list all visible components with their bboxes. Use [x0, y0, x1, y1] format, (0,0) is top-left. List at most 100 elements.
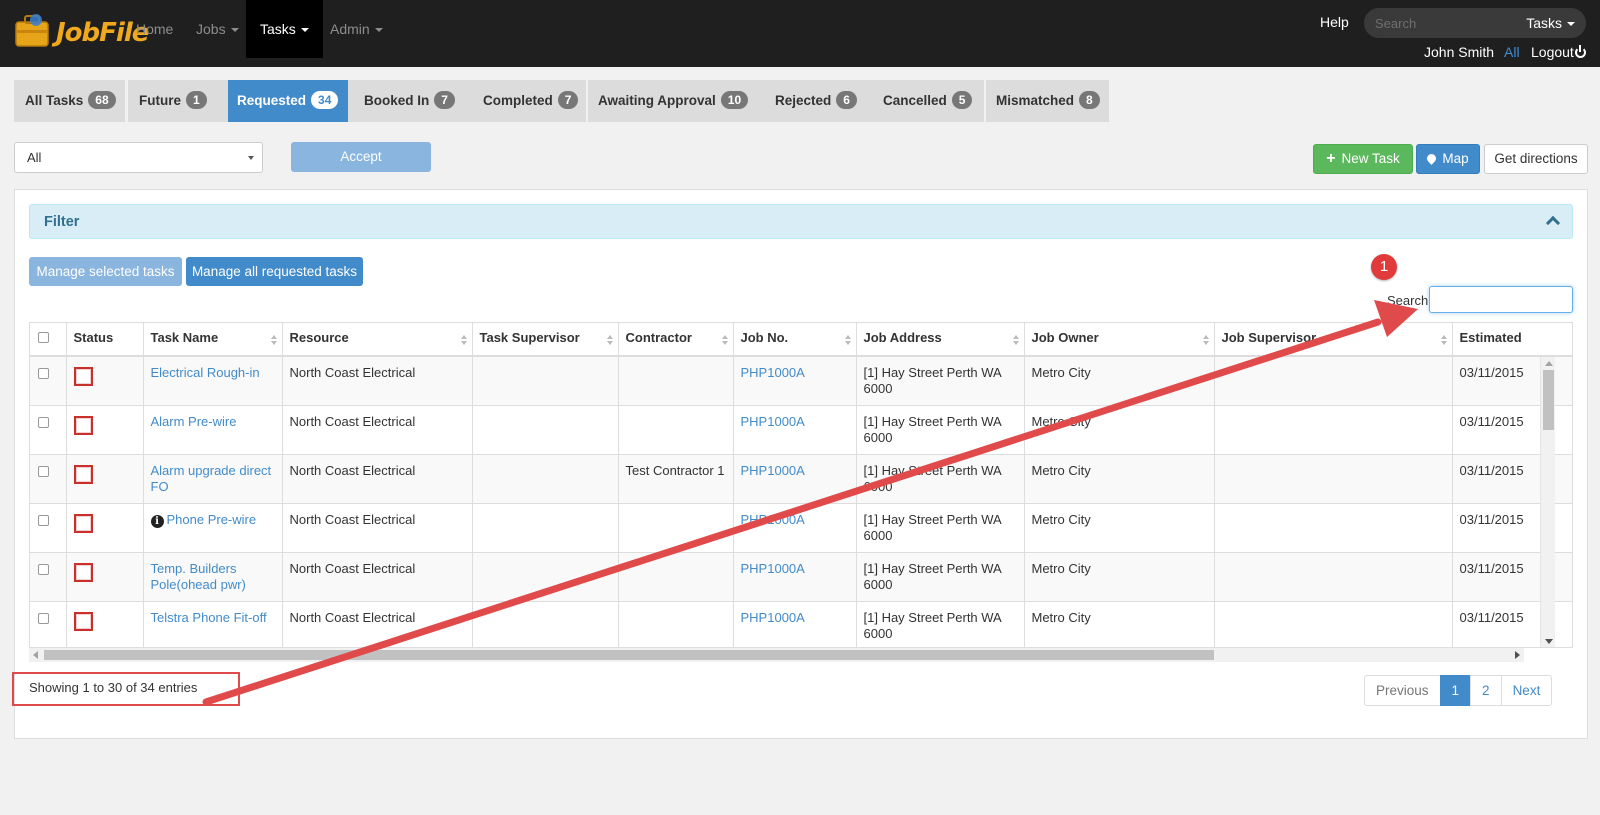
column-header[interactable]: Job Address — [856, 323, 1025, 357]
job-owner-cell: Metro City — [1024, 552, 1215, 602]
tab-all-tasks[interactable]: All Tasks 68 — [25, 80, 116, 122]
manage-selected-tasks-button[interactable]: Manage selected tasks — [29, 257, 182, 286]
row-checkbox[interactable] — [38, 368, 49, 379]
column-header[interactable]: Job Supervisor — [1214, 323, 1453, 357]
search-scope-dropdown[interactable]: Tasks — [1526, 15, 1575, 31]
scroll-down-icon[interactable] — [1545, 639, 1553, 644]
tab-cancelled[interactable]: Cancelled 5 — [883, 80, 973, 122]
column-header[interactable]: Contractor — [618, 323, 734, 357]
tab-rejected[interactable]: Rejected 6 — [775, 80, 857, 122]
job-no-cell: PHP1000A — [733, 552, 857, 602]
row-checkbox[interactable] — [38, 563, 49, 575]
nav-admin[interactable]: Admin — [318, 0, 395, 58]
table-search-input[interactable] — [1429, 286, 1573, 313]
job-no-link[interactable]: PHP1000A — [741, 512, 805, 527]
filter-toggle[interactable]: Filter — [29, 204, 1573, 239]
count-badge: 1 — [186, 91, 207, 109]
status-cell — [66, 405, 144, 455]
table-row[interactable]: Temp. Builders Pole(ohead pwr) North Coa… — [30, 552, 1572, 602]
map-button[interactable]: Map — [1416, 144, 1480, 174]
scroll-up-icon[interactable] — [1545, 361, 1553, 366]
task-link[interactable]: Telstra Phone Fit-off — [151, 610, 267, 625]
nav-tasks[interactable]: Tasks — [246, 0, 323, 58]
scroll-right-icon[interactable] — [1515, 651, 1520, 659]
manage-all-requested-button[interactable]: Manage all requested tasks — [186, 257, 363, 286]
job-no-cell: PHP1000A — [733, 356, 857, 406]
vertical-scroll-thumb[interactable] — [1543, 370, 1554, 430]
pagination-previous[interactable]: Previous — [1364, 675, 1441, 706]
select-all-checkbox[interactable] — [38, 332, 49, 343]
tab-mismatched[interactable]: Mismatched 8 — [996, 80, 1100, 122]
user-name[interactable]: John Smith — [1424, 44, 1494, 60]
nav-jobs-label: Jobs — [196, 21, 226, 37]
nav-jobs[interactable]: Jobs — [184, 0, 251, 58]
table-row[interactable]: Alarm upgrade direct FO North Coast Elec… — [30, 454, 1572, 504]
task-link[interactable]: Phone Pre-wire — [167, 512, 257, 527]
bulk-action-select[interactable]: All — [14, 142, 263, 173]
job-address-cell: [1] Hay Street Perth WA 6000 — [856, 356, 1025, 406]
row-checkbox[interactable] — [38, 514, 49, 526]
help-link[interactable]: Help — [1320, 14, 1349, 30]
task-link[interactable]: Alarm Pre-wire — [151, 414, 237, 429]
horizontal-scroll-thumb[interactable] — [44, 650, 1214, 660]
horizontal-scrollbar[interactable] — [29, 648, 1524, 662]
global-search-input[interactable]: Search — [1375, 16, 1515, 31]
nav-home[interactable]: Home — [124, 0, 185, 58]
accept-button[interactable]: Accept — [291, 142, 431, 172]
row-checkbox[interactable] — [38, 416, 49, 428]
table-row[interactable]: Telstra Phone Fit-off North Coast Electr… — [30, 601, 1572, 647]
job-no-link[interactable]: PHP1000A — [741, 463, 805, 478]
pagination-next[interactable]: Next — [1500, 675, 1553, 706]
new-task-button[interactable]: + New Task — [1313, 144, 1413, 174]
sort-icon — [460, 335, 467, 345]
get-directions-button[interactable]: Get directions — [1484, 144, 1588, 174]
count-badge: 5 — [951, 91, 973, 109]
all-link[interactable]: All — [1504, 44, 1520, 60]
tab-label: Future — [139, 93, 181, 108]
job-no-cell: PHP1000A — [733, 454, 857, 504]
annotation-highlight-box — [12, 672, 240, 706]
job-no-link[interactable]: PHP1000A — [741, 561, 805, 576]
column-header[interactable]: Resource — [282, 323, 473, 357]
table-row[interactable]: Electrical Rough-in North Coast Electric… — [30, 356, 1572, 406]
logout-link[interactable]: Logout — [1531, 44, 1586, 60]
job-no-link[interactable]: PHP1000A — [741, 365, 805, 380]
resource-cell: North Coast Electrical — [282, 601, 473, 647]
job-no-link[interactable]: PHP1000A — [741, 414, 805, 429]
job-no-link[interactable]: PHP1000A — [741, 610, 805, 625]
info-icon[interactable]: i — [150, 514, 164, 528]
table-row[interactable]: Alarm Pre-wire North Coast Electrical PH… — [30, 405, 1572, 455]
column-header[interactable]: Task Supervisor — [472, 323, 619, 357]
tab-completed[interactable]: Completed 7 — [483, 80, 579, 122]
row-checkbox[interactable] — [38, 465, 49, 477]
scroll-left-icon[interactable] — [33, 651, 38, 659]
tab-label: Booked In — [364, 93, 430, 108]
global-search[interactable]: Search Tasks — [1364, 8, 1586, 38]
column-header[interactable]: Job Owner — [1024, 323, 1215, 357]
tab-group-all: All Tasks 68 — [14, 80, 125, 122]
task-link[interactable]: Alarm upgrade direct FO — [151, 463, 272, 494]
table-row[interactable]: i Phone Pre-wire North Coast Electrical P… — [30, 503, 1572, 553]
task-link[interactable]: Temp. Builders Pole(ohead pwr) — [151, 561, 246, 592]
top-navbar: JobFile Home Jobs Tasks Admin Help Searc… — [0, 0, 1600, 67]
pagination-page-1[interactable]: 1 — [1439, 675, 1472, 706]
column-header[interactable]: Job No. — [733, 323, 857, 357]
tab-booked-in[interactable]: Booked In 7 — [364, 80, 455, 122]
job-owner-cell: Metro City — [1024, 356, 1215, 406]
pagination-page-2[interactable]: 2 — [1470, 675, 1502, 706]
tab-requested[interactable]: Requested 34 — [228, 80, 349, 122]
jobfile-logo[interactable]: JobFile — [12, 8, 149, 56]
column-header[interactable]: Status — [66, 323, 144, 357]
column-label: Resource — [289, 330, 349, 345]
tab-future[interactable]: Future 1 — [139, 80, 207, 122]
vertical-scrollbar[interactable] — [1540, 357, 1555, 647]
task-name-cell: i Phone Pre-wire — [143, 503, 283, 553]
task-link[interactable]: Electrical Rough-in — [151, 365, 260, 380]
new-task-label: New Task — [1341, 151, 1400, 166]
chevron-up-icon[interactable] — [1545, 215, 1561, 231]
caret-down-icon — [230, 28, 239, 33]
row-checkbox[interactable] — [38, 612, 49, 624]
tab-awaiting-approval[interactable]: Awaiting Approval 10 — [598, 80, 749, 122]
column-header[interactable]: Task Name — [143, 323, 283, 357]
column-header[interactable]: Estimated — [1452, 323, 1572, 357]
